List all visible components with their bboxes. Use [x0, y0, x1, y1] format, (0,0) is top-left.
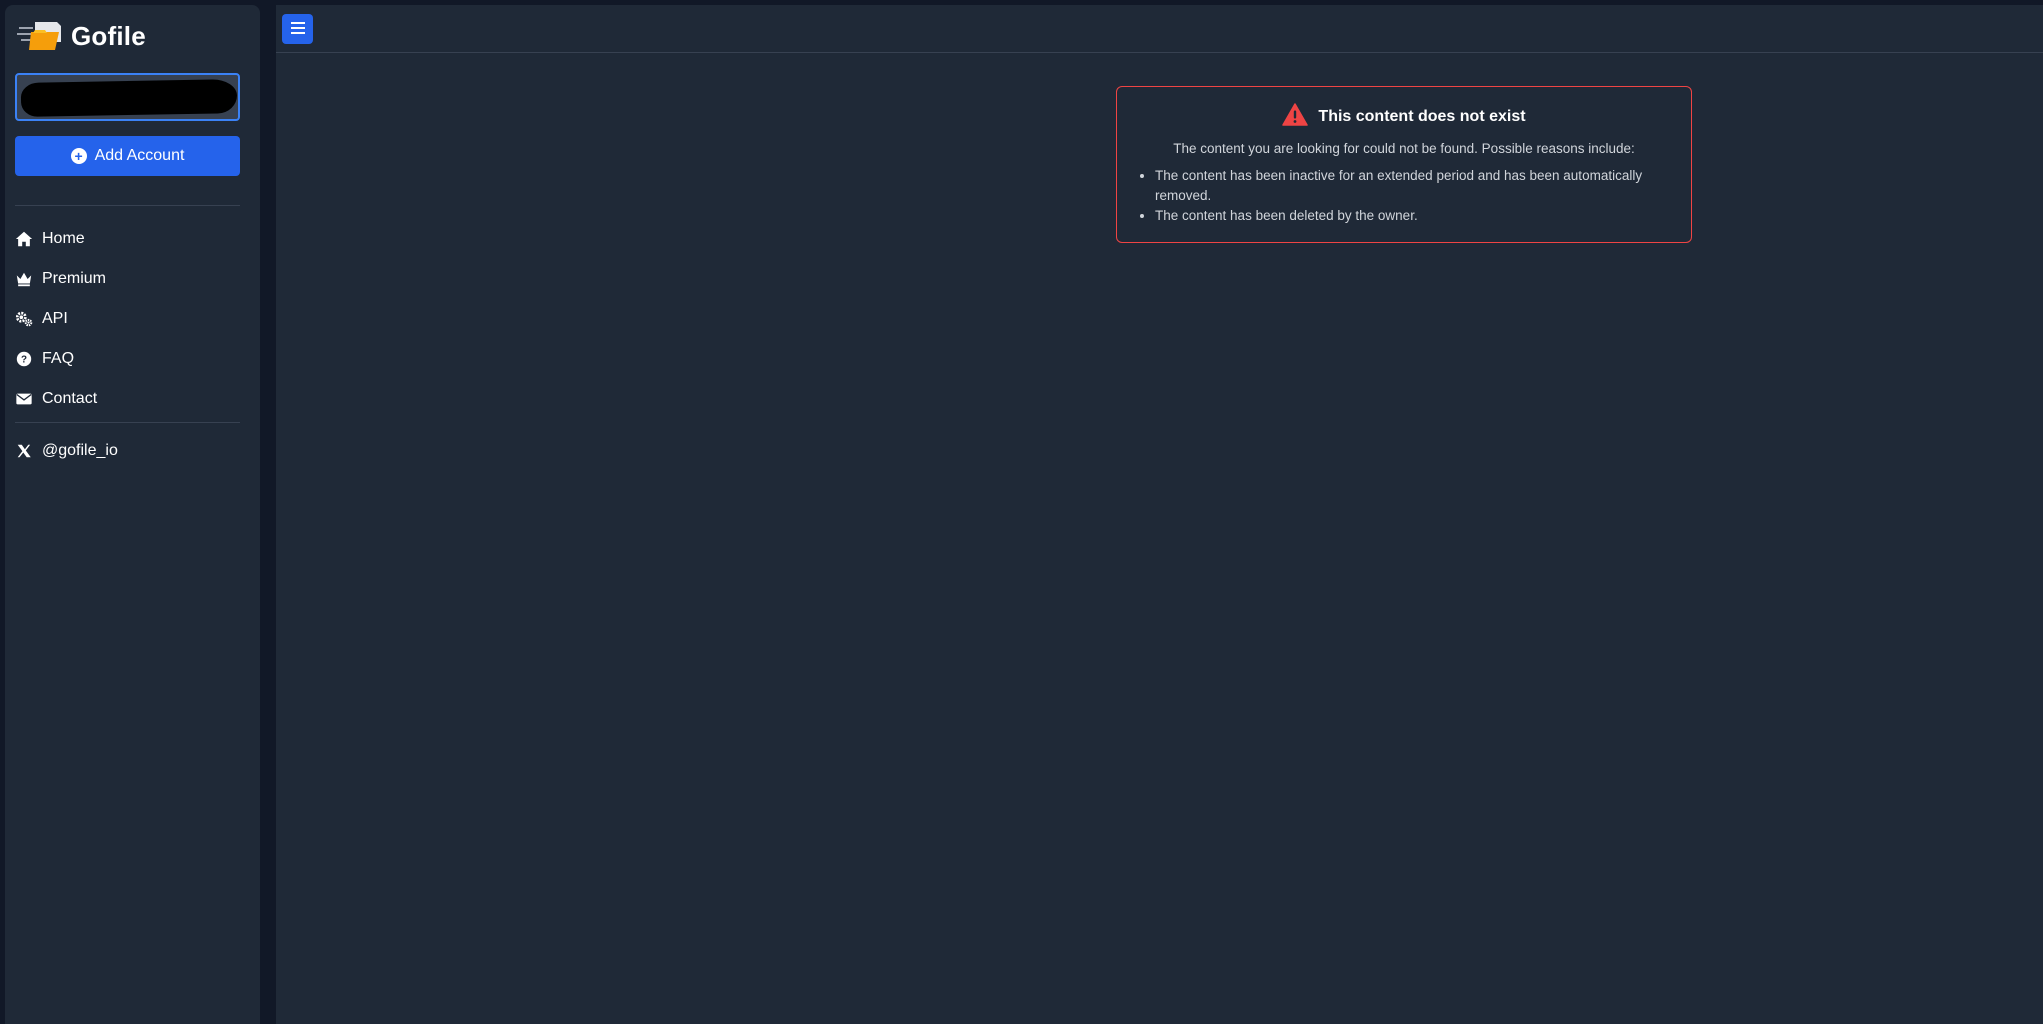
list-item: The content has been deleted by the owne… — [1155, 206, 1671, 226]
warning-icon — [1282, 103, 1309, 131]
redaction-overlay — [20, 79, 238, 117]
social-links: @gofile_io — [15, 431, 240, 471]
add-account-label: Add Account — [94, 147, 185, 164]
sidebar-divider — [15, 205, 240, 206]
error-alert: This content does not exist The content … — [1116, 86, 1692, 243]
question-circle-icon: ? — [15, 350, 33, 368]
sidebar-item-api[interactable]: API — [15, 299, 240, 339]
topbar — [276, 5, 2043, 53]
x-logo-icon — [15, 442, 33, 460]
sidebar-item-label: API — [42, 310, 68, 327]
error-reasons-list: The content has been inactive for an ext… — [1137, 166, 1671, 226]
svg-text:?: ? — [21, 355, 27, 366]
sidebar-item-contact[interactable]: Contact — [15, 379, 240, 419]
home-icon — [15, 230, 33, 248]
list-item: The content has been inactive for an ext… — [1155, 166, 1671, 206]
gears-icon — [15, 310, 33, 328]
main-content: This content does not exist The content … — [276, 5, 2043, 1024]
sidebar-item-label: Contact — [42, 390, 98, 407]
sidebar-item-faq[interactable]: ? FAQ — [15, 339, 240, 379]
error-title: This content does not exist — [1318, 108, 1526, 125]
social-label: @gofile_io — [42, 442, 118, 459]
envelope-icon — [15, 390, 33, 408]
add-account-button[interactable]: + Add Account — [15, 136, 240, 176]
brand[interactable]: Gofile — [17, 16, 146, 56]
brand-name: Gofile — [71, 20, 146, 51]
account-field[interactable] — [15, 73, 240, 121]
twitter-link[interactable]: @gofile_io — [15, 431, 240, 471]
sidebar-item-home[interactable]: Home — [15, 219, 240, 259]
sidebar-item-label: Premium — [42, 270, 107, 287]
error-description: The content you are looking for could no… — [1173, 141, 1635, 156]
gofile-logo-icon — [17, 16, 67, 56]
sidebar-item-label: Home — [42, 230, 85, 247]
sidebar-divider — [15, 422, 240, 423]
hamburger-icon — [290, 21, 305, 37]
plus-circle-icon: + — [70, 148, 87, 164]
sidebar-item-premium[interactable]: Premium — [15, 259, 240, 299]
menu-toggle-button[interactable] — [282, 14, 313, 44]
sidebar-item-label: FAQ — [42, 350, 75, 367]
sidebar-nav: Home Premium API ? FAQ Contact — [15, 219, 240, 419]
crown-icon — [15, 270, 33, 288]
error-title-row: This content does not exist — [1137, 103, 1671, 131]
